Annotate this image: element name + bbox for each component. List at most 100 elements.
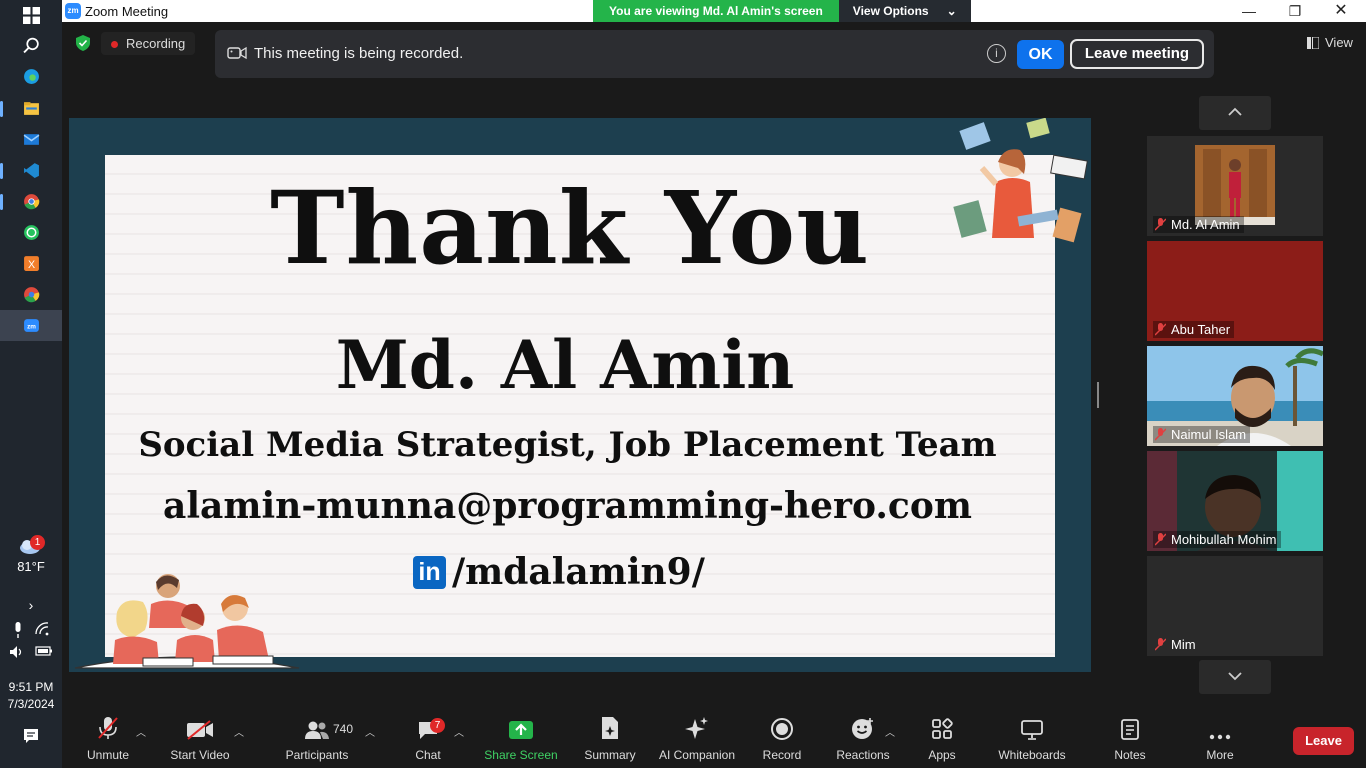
whatsapp-icon[interactable] bbox=[0, 217, 62, 248]
panel-resize-handle[interactable] bbox=[1097, 382, 1099, 408]
muted-mic-icon bbox=[1155, 428, 1166, 441]
participant-name: Mohibullah Mohim bbox=[1171, 532, 1277, 547]
battery-icon[interactable] bbox=[35, 645, 53, 657]
video-options-caret[interactable]: ︿ bbox=[234, 724, 244, 739]
search-icon[interactable] bbox=[0, 30, 62, 61]
microphone-icon[interactable] bbox=[13, 622, 23, 638]
notifications-icon[interactable] bbox=[0, 728, 62, 747]
participant-tile[interactable]: Abu Taher bbox=[1147, 241, 1323, 341]
microphone-muted-icon bbox=[98, 717, 118, 739]
reactions-button[interactable]: Reactions bbox=[830, 712, 896, 768]
chat-options-caret[interactable]: ︿ bbox=[454, 724, 464, 739]
ai-companion-button[interactable]: AI Companion bbox=[656, 712, 738, 768]
participant-tile[interactable]: Md. Al Amin bbox=[1147, 136, 1323, 236]
participant-name: Naimul Islam bbox=[1171, 427, 1247, 442]
viewing-status: You are viewing Md. Al Amin's screen bbox=[593, 0, 839, 22]
notes-button[interactable]: Notes bbox=[1108, 712, 1152, 768]
view-button[interactable]: View bbox=[1307, 35, 1353, 50]
participant-tile[interactable]: Naimul Islam bbox=[1147, 346, 1323, 446]
close-button[interactable]: ✕ bbox=[1326, 2, 1356, 20]
participants-button[interactable]: Participants bbox=[284, 712, 350, 768]
windows-taskbar: X zm 1 81°F › 9:51 PM 7/3/2024 bbox=[0, 0, 62, 768]
maximize-button[interactable]: ❐ bbox=[1280, 2, 1310, 20]
participants-options-caret[interactable]: ︿ bbox=[365, 724, 375, 739]
more-button[interactable]: More bbox=[1200, 712, 1240, 768]
shared-screen: Thank You Md. Al Amin Social Media Strat… bbox=[69, 118, 1091, 672]
vscode-icon[interactable] bbox=[0, 155, 62, 186]
xampp-icon[interactable]: X bbox=[0, 248, 62, 279]
weather-badge: 1 bbox=[30, 535, 45, 550]
file-explorer-icon[interactable] bbox=[0, 93, 62, 124]
ok-button[interactable]: OK bbox=[1017, 40, 1064, 69]
record-dot-icon bbox=[111, 41, 118, 49]
slide-presenter-role: Social Media Strategist, Job Placement T… bbox=[138, 425, 997, 465]
view-options-button[interactable]: View Options ⌄ bbox=[838, 0, 971, 22]
participant-tile[interactable]: Mim bbox=[1147, 556, 1323, 656]
recording-indicator[interactable]: Recording bbox=[101, 32, 196, 55]
wifi-icon[interactable] bbox=[35, 622, 49, 636]
video-off-icon bbox=[187, 720, 213, 740]
muted-mic-icon bbox=[1155, 533, 1166, 546]
unmute-button[interactable]: Unmute bbox=[80, 712, 136, 768]
chevron-right-icon[interactable]: › bbox=[0, 597, 62, 613]
recording-notice: This meeting is being recorded. i OK Lea… bbox=[215, 30, 1214, 78]
audio-options-caret[interactable]: ︿ bbox=[136, 724, 146, 739]
video-camera-icon bbox=[227, 46, 247, 60]
slide-linkedin: in /mdalamin9/ bbox=[413, 551, 705, 593]
apps-icon bbox=[932, 718, 953, 739]
slide-presenter-name: Md. Al Amin bbox=[335, 326, 795, 404]
record-button[interactable]: Record bbox=[756, 712, 808, 768]
students-reading-illustration bbox=[74, 574, 300, 669]
participant-tile[interactable]: Mohibullah Mohim bbox=[1147, 451, 1323, 551]
windows-start-icon[interactable] bbox=[0, 0, 62, 31]
gallery-scroll-up-button[interactable] bbox=[1199, 96, 1271, 130]
zoom-app-icon: zm bbox=[65, 3, 81, 19]
reactions-smiley-icon bbox=[852, 718, 873, 739]
meeting-area: Recording This meeting is being recorded… bbox=[62, 22, 1366, 712]
share-screen-button[interactable]: Share Screen bbox=[482, 712, 560, 768]
leave-meeting-button[interactable]: Leave meeting bbox=[1070, 39, 1204, 69]
clock-date[interactable]: 7/3/2024 bbox=[0, 697, 62, 711]
leave-button[interactable]: Leave bbox=[1293, 727, 1354, 755]
window-title: Zoom Meeting bbox=[85, 4, 169, 19]
ai-sparkle-icon bbox=[685, 717, 708, 739]
record-icon bbox=[771, 718, 793, 740]
muted-mic-icon bbox=[1155, 638, 1166, 651]
clock-time[interactable]: 9:51 PM bbox=[0, 680, 62, 694]
chevron-down-icon: ⌄ bbox=[946, 4, 957, 18]
whiteboard-icon bbox=[1021, 720, 1043, 740]
apps-button[interactable]: Apps bbox=[920, 712, 964, 768]
notes-icon bbox=[1121, 719, 1139, 740]
start-video-button[interactable]: Start Video bbox=[168, 712, 232, 768]
volume-icon[interactable] bbox=[9, 645, 25, 659]
chrome-profile-icon[interactable] bbox=[0, 279, 62, 310]
recording-notice-message: This meeting is being recorded. bbox=[254, 45, 464, 62]
share-screen-icon bbox=[509, 721, 533, 739]
info-icon[interactable]: i bbox=[987, 44, 1006, 63]
chrome-icon[interactable] bbox=[0, 186, 62, 217]
svg-text:X: X bbox=[27, 259, 34, 271]
edge-browser-icon[interactable] bbox=[0, 61, 62, 92]
summary-icon bbox=[602, 717, 618, 739]
security-shield-icon[interactable] bbox=[76, 35, 90, 51]
participant-video bbox=[1195, 145, 1275, 225]
window-titlebar: zm Zoom Meeting You are viewing Md. Al A… bbox=[62, 0, 1366, 22]
chat-button[interactable]: Chat 7 bbox=[408, 712, 448, 768]
slide-title: Thank You bbox=[270, 169, 870, 287]
more-dots-icon bbox=[1209, 734, 1231, 740]
zoom-taskbar-icon[interactable]: zm bbox=[0, 310, 62, 341]
slide-email: alamin-munna@programming-hero.com bbox=[163, 485, 972, 527]
reactions-options-caret[interactable]: ︿ bbox=[885, 724, 895, 739]
participant-name: Md. Al Amin bbox=[1171, 217, 1240, 232]
mail-icon[interactable] bbox=[0, 124, 62, 155]
summary-button[interactable]: Summary bbox=[578, 712, 642, 768]
participant-name: Mim bbox=[1171, 637, 1196, 652]
minimize-button[interactable]: — bbox=[1234, 2, 1264, 20]
gallery-scroll-down-button[interactable] bbox=[1199, 660, 1271, 694]
linkedin-handle: /mdalamin9/ bbox=[452, 551, 705, 593]
girl-with-books-illustration bbox=[953, 118, 1088, 243]
view-layout-icon bbox=[1307, 36, 1319, 49]
linkedin-icon: in bbox=[413, 555, 446, 589]
whiteboards-button[interactable]: Whiteboards bbox=[992, 712, 1072, 768]
weather-icon[interactable]: 1 bbox=[0, 535, 62, 561]
